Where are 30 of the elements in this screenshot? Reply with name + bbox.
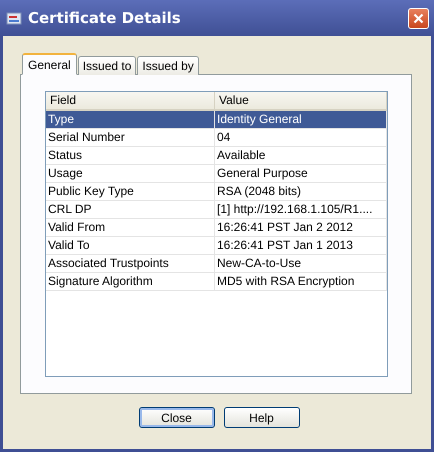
table-cell[interactable]: 16:26:41 PST Jan 2 2012 [215,219,387,237]
table-cell[interactable]: Associated Trustpoints [46,255,215,273]
dialog-button[interactable]: Close [138,407,214,428]
table-cell[interactable]: 16:26:41 PST Jan 1 2013 [215,237,387,255]
tab[interactable]: General [22,53,77,75]
table-cell[interactable]: New-CA-to-Use [215,255,387,273]
table-cell[interactable]: Usage [46,165,215,183]
column-header[interactable]: Value [215,92,387,111]
window-title: Certificate Details [28,9,182,27]
table-cell[interactable]: Identity General [215,111,387,129]
tab[interactable]: Issued by [137,56,199,75]
table-cell[interactable]: 04 [215,129,387,147]
table-cell[interactable]: Valid To [46,237,215,255]
table-cell[interactable]: Signature Algorithm [46,273,215,291]
table-cell[interactable]: Public Key Type [46,183,215,201]
table-cell[interactable]: MD5 with RSA Encryption [215,273,387,291]
certificate-icon [6,10,23,26]
table-cell[interactable]: General Purpose [215,165,387,183]
column-header[interactable]: Field [46,92,215,111]
table-cell[interactable]: [1] http://192.168.1.105/R1.... [215,201,387,219]
dialog-button[interactable]: Help [224,407,300,428]
table-cell[interactable]: Type [46,111,215,129]
table-cell[interactable]: Available [215,147,387,165]
table-cell[interactable]: RSA (2048 bits) [215,183,387,201]
table-cell[interactable]: CRL DP [46,201,215,219]
table-cell[interactable]: Status [46,147,215,165]
table-cell[interactable]: Valid From [46,219,215,237]
close-icon[interactable] [408,8,429,28]
tab[interactable]: Issued to [78,56,136,75]
table-cell[interactable]: Serial Number [46,129,215,147]
